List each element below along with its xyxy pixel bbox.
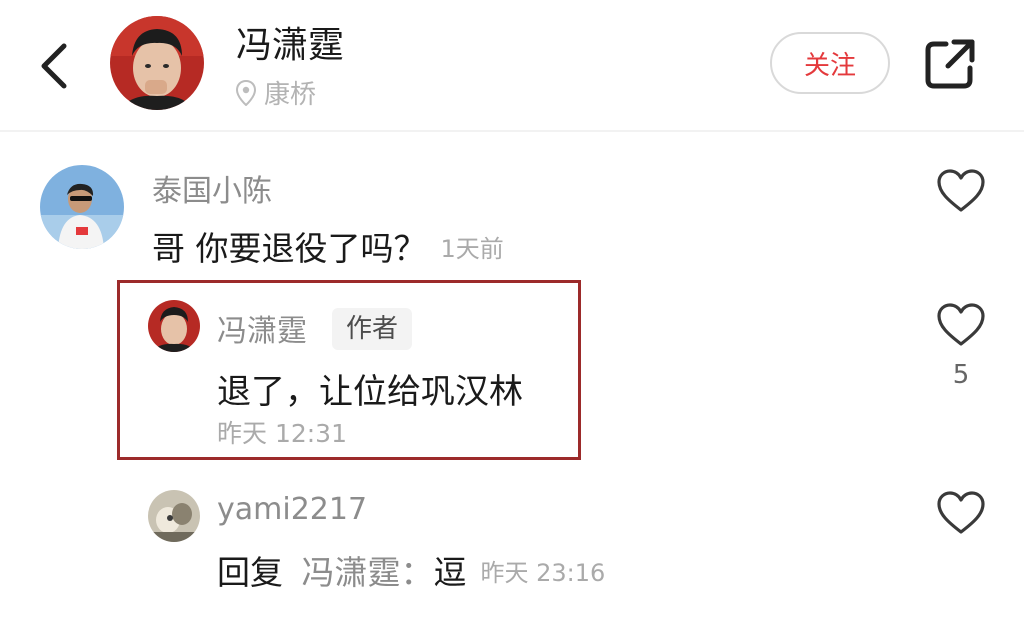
back-button[interactable] (30, 36, 80, 96)
avatar[interactable] (110, 16, 204, 110)
avatar[interactable] (40, 165, 124, 249)
reply-text: 退了，让位给巩汉林 (217, 372, 523, 412)
avatar[interactable] (148, 490, 200, 542)
profile-header: 冯潇霆 康桥 关注 (0, 0, 1024, 132)
comment-body: 哥 你要退役了吗？ (152, 229, 427, 268)
heart-outline-icon (937, 491, 985, 534)
reply-to-user[interactable]: 冯潇霆： (302, 553, 434, 592)
location-label: 康桥 (264, 80, 317, 110)
like-count: 5 (952, 360, 970, 390)
reply-body: 逗 (433, 553, 467, 592)
reply-text: 回复 冯潇霆：逗 昨天 23:16 (217, 546, 605, 594)
comment-text: 哥 你要退役了吗？ 1天前 (152, 222, 504, 270)
comment-time: 1天前 (440, 235, 504, 263)
like-button[interactable] (936, 490, 986, 536)
reply-time: 昨天 12:31 (217, 419, 347, 448)
share-icon (925, 39, 975, 89)
chevron-left-icon (41, 43, 67, 89)
avatar[interactable] (148, 300, 200, 352)
follow-button[interactable]: 关注 (770, 32, 890, 94)
location: 康桥 (236, 74, 316, 111)
reply-username[interactable]: yami2217 (217, 492, 367, 527)
comment-screen: 冯潇霆 康桥 关注 泰国小陈 哥 你要退役了吗？ 1天前 冯潇霆 作者 退了，让… (0, 0, 1024, 617)
heart-outline-icon (937, 169, 985, 212)
share-button[interactable] (922, 36, 978, 92)
location-pin-icon (236, 79, 256, 106)
reply-time: 昨天 23:16 (480, 559, 606, 587)
comment-username[interactable]: 泰国小陈 (152, 166, 272, 210)
heart-outline-icon (937, 303, 985, 346)
reply-prefix: 回复 (217, 553, 283, 592)
author-badge: 作者 (332, 308, 413, 350)
like-button[interactable] (936, 168, 986, 214)
like-button[interactable] (936, 302, 986, 348)
reply-username[interactable]: 冯潇霆 (217, 306, 307, 350)
profile-name: 冯潇霆 (236, 25, 345, 66)
